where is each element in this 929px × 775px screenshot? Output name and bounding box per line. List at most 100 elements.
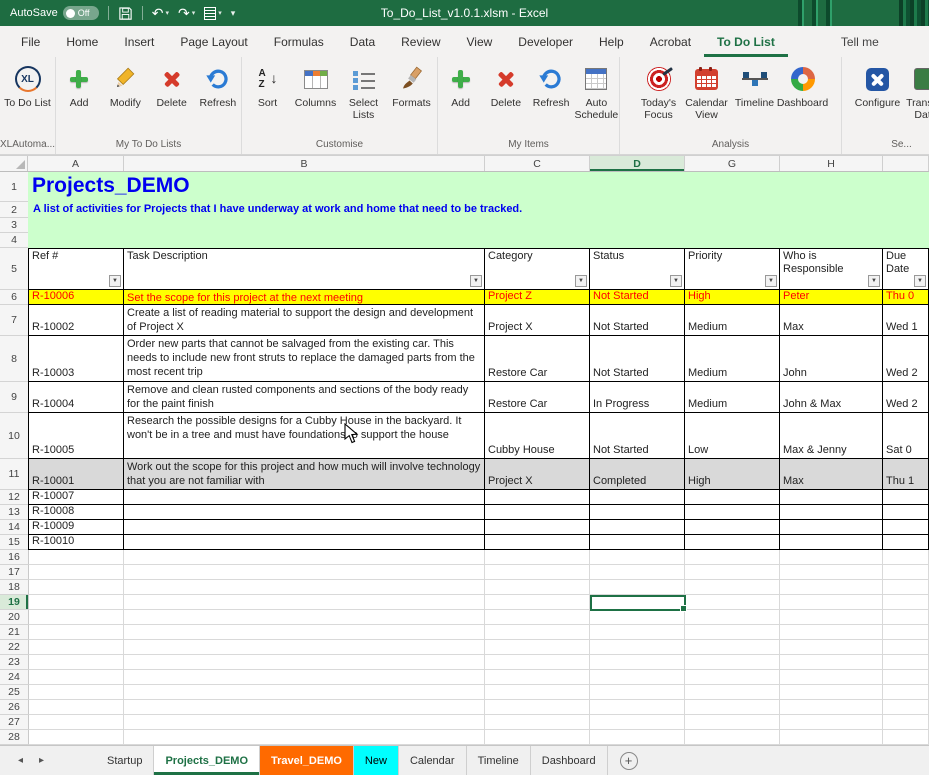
cell-B10[interactable]: Research the possible designs for a Cubb… [124, 413, 485, 459]
cell-C17[interactable] [485, 565, 590, 580]
cell-B26[interactable] [124, 700, 485, 715]
cell-I14[interactable] [883, 520, 929, 535]
cell-G9[interactable]: Medium [685, 382, 780, 413]
cell-I9[interactable]: Wed 2 [883, 382, 929, 413]
cell-C28[interactable] [485, 730, 590, 745]
cell-B27[interactable] [124, 715, 485, 730]
cell-I25[interactable] [883, 685, 929, 700]
cell-I18[interactable] [883, 580, 929, 595]
filter-button-task-description[interactable] [470, 275, 482, 287]
column-header-A[interactable]: A [28, 156, 124, 171]
cell-A6[interactable]: R-10006 [28, 290, 124, 305]
row-header-7[interactable]: 7 [0, 305, 28, 336]
cell-C15[interactable] [485, 535, 590, 550]
ribbon-button-delete[interactable]: Delete [483, 62, 528, 109]
cell-D28[interactable] [590, 730, 685, 745]
cell-C27[interactable] [485, 715, 590, 730]
cell-B21[interactable] [124, 625, 485, 640]
cell-H15[interactable] [780, 535, 883, 550]
row-header-11[interactable]: 11 [0, 459, 28, 490]
cell-H21[interactable] [780, 625, 883, 640]
ribbon-button-configure[interactable]: Configure [854, 62, 902, 109]
ribbon-tab-file[interactable]: File [8, 27, 53, 57]
new-sheet-button[interactable] [620, 752, 638, 770]
cell-C6[interactable]: Project Z [485, 290, 590, 305]
ribbon-button-formats[interactable]: Formats [388, 62, 436, 109]
cell-D13[interactable] [590, 505, 685, 520]
ribbon-button-sort[interactable]: Sort [244, 62, 292, 109]
sheet-tab-travel-demo[interactable]: Travel_DEMO [260, 746, 354, 775]
cell-B11[interactable]: Work out the scope for this project and … [124, 459, 485, 490]
cell-G12[interactable] [685, 490, 780, 505]
cell-G24[interactable] [685, 670, 780, 685]
cell-A25[interactable] [28, 685, 124, 700]
ribbon-button-add[interactable]: Add [56, 62, 102, 109]
cell-G8[interactable]: Medium [685, 336, 780, 382]
cell-G16[interactable] [685, 550, 780, 565]
cell-I20[interactable] [883, 610, 929, 625]
column-header-H[interactable]: H [780, 156, 883, 171]
cell-B16[interactable] [124, 550, 485, 565]
row-header-23[interactable]: 23 [0, 655, 28, 670]
cell-I6[interactable]: Thu 0 [883, 290, 929, 305]
cell-A28[interactable] [28, 730, 124, 745]
cell-A16[interactable] [28, 550, 124, 565]
cell-C14[interactable] [485, 520, 590, 535]
column-header-G[interactable]: G [685, 156, 780, 171]
cell-D15[interactable] [590, 535, 685, 550]
cell-I28[interactable] [883, 730, 929, 745]
cell-D10[interactable]: Not Started [590, 413, 685, 459]
cell-G14[interactable] [685, 520, 780, 535]
cell-I11[interactable]: Thu 1 [883, 459, 929, 490]
cell-I24[interactable] [883, 670, 929, 685]
cell-D16[interactable] [590, 550, 685, 565]
cell-I10[interactable]: Sat 0 [883, 413, 929, 459]
row-header-9[interactable]: 9 [0, 382, 28, 413]
cell-A19[interactable] [28, 595, 124, 610]
cell-C16[interactable] [485, 550, 590, 565]
row-header-8[interactable]: 8 [0, 336, 28, 382]
cell-B24[interactable] [124, 670, 485, 685]
undo-button[interactable] [152, 6, 169, 20]
row-header-14[interactable]: 14 [0, 520, 28, 535]
save-button[interactable] [118, 6, 133, 21]
cell-A26[interactable] [28, 700, 124, 715]
filter-button-ref[interactable] [109, 275, 121, 287]
cell-D9[interactable]: In Progress [590, 382, 685, 413]
cell-B20[interactable] [124, 610, 485, 625]
cell-I26[interactable] [883, 700, 929, 715]
cell-H26[interactable] [780, 700, 883, 715]
cell-I22[interactable] [883, 640, 929, 655]
sheet-tab-new[interactable]: New [354, 746, 399, 775]
ribbon-tab-view[interactable]: View [454, 27, 506, 57]
cell-G10[interactable]: Low [685, 413, 780, 459]
cell-C11[interactable]: Project X [485, 459, 590, 490]
cell-C20[interactable] [485, 610, 590, 625]
cell-G21[interactable] [685, 625, 780, 640]
cell-D27[interactable] [590, 715, 685, 730]
cell-D7[interactable]: Not Started [590, 305, 685, 336]
cell-I15[interactable] [883, 535, 929, 550]
row-header-16[interactable]: 16 [0, 550, 28, 565]
cell-D25[interactable] [590, 685, 685, 700]
row-header-19[interactable]: 19 [0, 595, 28, 610]
cell-H27[interactable] [780, 715, 883, 730]
cell-D8[interactable]: Not Started [590, 336, 685, 382]
cell-C21[interactable] [485, 625, 590, 640]
sheet-nav-left-icon[interactable] [18, 755, 23, 766]
filter-button-priority[interactable] [765, 275, 777, 287]
cell-H17[interactable] [780, 565, 883, 580]
row-header-10[interactable]: 10 [0, 413, 28, 459]
cell-A27[interactable] [28, 715, 124, 730]
cell-B18[interactable] [124, 580, 485, 595]
cell-H23[interactable] [780, 655, 883, 670]
cell-G25[interactable] [685, 685, 780, 700]
row-header-21[interactable]: 21 [0, 625, 28, 640]
row-header-4[interactable]: 4 [0, 233, 28, 248]
ribbon-tab-data[interactable]: Data [337, 27, 388, 57]
sheet-tab-startup[interactable]: Startup [96, 746, 154, 775]
cell-G18[interactable] [685, 580, 780, 595]
cell-A20[interactable] [28, 610, 124, 625]
autosave-switch[interactable]: Off [63, 6, 99, 20]
row-header-12[interactable]: 12 [0, 490, 28, 505]
